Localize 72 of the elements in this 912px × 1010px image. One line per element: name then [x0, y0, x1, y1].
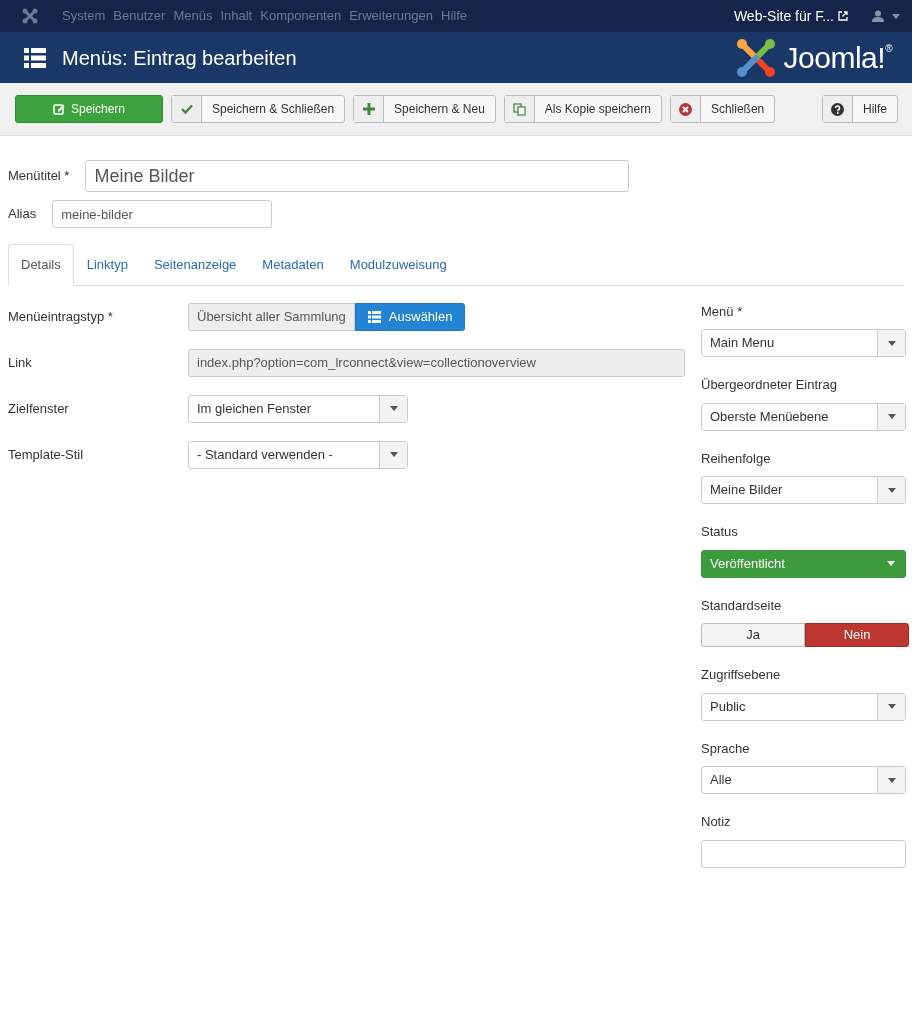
toolbar-button[interactable]: Schließen — [669, 95, 776, 123]
toolbar-button[interactable]: Speichern & Schließen — [171, 95, 346, 123]
tab[interactable]: Modulzuweisung — [336, 244, 460, 286]
select-button[interactable]: Auswählen — [354, 302, 466, 331]
plus-icon — [362, 103, 375, 115]
select-field[interactable]: Veröffentlicht — [701, 549, 906, 578]
field-label: Menütitel * — [8, 167, 70, 186]
copy-icon — [512, 102, 526, 116]
select-field[interactable]: - Standard verwenden - — [188, 440, 408, 469]
logo-icon — [735, 37, 776, 78]
field-label: Übergeordneter Eintrag — [701, 376, 838, 394]
toolbar-button[interactable]: Hilfe — [822, 95, 898, 123]
title-field[interactable]: Meine Bilder — [85, 160, 630, 192]
check-icon — [180, 104, 193, 114]
user-icon — [872, 10, 884, 22]
field-label: Notiz — [701, 813, 732, 831]
field-label: Menüeintragstyp * — [8, 307, 114, 326]
list-icon — [24, 47, 46, 68]
toolbar-button[interactable]: Als Kopie speichern — [503, 95, 662, 123]
field-label: Reihenfolge — [701, 449, 772, 468]
list-icon — [367, 310, 381, 323]
field-label: Menü * — [701, 302, 744, 321]
menu-item[interactable]: Erweiterungen — [349, 6, 433, 26]
caret-icon — [887, 414, 896, 419]
link-field: index.php?option=com_lrconnect&view=collectionoverview — [188, 348, 685, 377]
note-field[interactable] — [701, 839, 906, 868]
menu-item[interactable]: Menüs — [173, 6, 213, 26]
select-field[interactable]: Im gleichen Fenster — [188, 394, 408, 423]
tab[interactable]: Metadaten — [249, 244, 337, 286]
tab[interactable]: Details — [8, 244, 74, 286]
field-label: Status — [701, 523, 739, 541]
caret-icon — [887, 704, 896, 709]
caret-icon — [389, 406, 398, 411]
edit-icon — [52, 103, 65, 115]
user-menu[interactable] — [872, 10, 900, 22]
caret-icon — [389, 452, 398, 457]
toggle-option[interactable]: Nein — [805, 623, 909, 647]
toggle-option[interactable]: Ja — [701, 623, 805, 647]
field-label: Zugriffsebene — [701, 666, 782, 684]
select-field[interactable]: Public — [701, 692, 906, 721]
menu-item[interactable]: System — [62, 6, 106, 26]
field-label: Template-Stil — [8, 445, 85, 464]
field-label: Zielfenster — [8, 399, 70, 418]
select-field[interactable]: Oberste Menüebene — [701, 402, 906, 431]
field-label: Alias — [8, 205, 37, 224]
caret-icon — [887, 340, 896, 346]
menu-item[interactable]: Benutzer — [113, 6, 166, 26]
site-link[interactable]: Web-Site für F... — [733, 5, 848, 27]
type-field: Übersicht aller Sammlung — [188, 302, 355, 331]
select-field[interactable]: Meine Bilder — [701, 476, 906, 504]
alias-field[interactable]: meine-bilder — [52, 200, 273, 228]
external-link-icon — [838, 11, 848, 21]
field-label: Standardseite — [701, 596, 783, 615]
tab[interactable]: Seitenanzeige — [140, 244, 250, 286]
menu-item[interactable]: Hilfe — [441, 6, 468, 26]
select-field[interactable]: Main Menu — [701, 329, 906, 357]
caret-icon — [892, 13, 900, 19]
tab[interactable]: Linktyp — [73, 244, 141, 286]
logo-text: Joomla!$^{®}$ — [783, 40, 892, 76]
help-icon — [831, 102, 844, 116]
field-label: Sprache — [701, 739, 751, 758]
caret-icon — [887, 561, 895, 566]
field-label: Link — [8, 353, 33, 372]
caret-icon — [887, 487, 896, 493]
page-title: Menüs: Eintrag bearbeiten — [62, 45, 297, 70]
caret-icon — [887, 777, 896, 783]
select-field[interactable]: Alle — [701, 766, 906, 794]
toolbar-button[interactable]: Speichern & Neu — [353, 95, 496, 123]
logo-icon — [22, 8, 38, 24]
menu-item[interactable]: Komponenten — [260, 6, 342, 26]
close-icon — [678, 102, 692, 116]
menu-item[interactable]: Inhalt — [220, 6, 253, 26]
